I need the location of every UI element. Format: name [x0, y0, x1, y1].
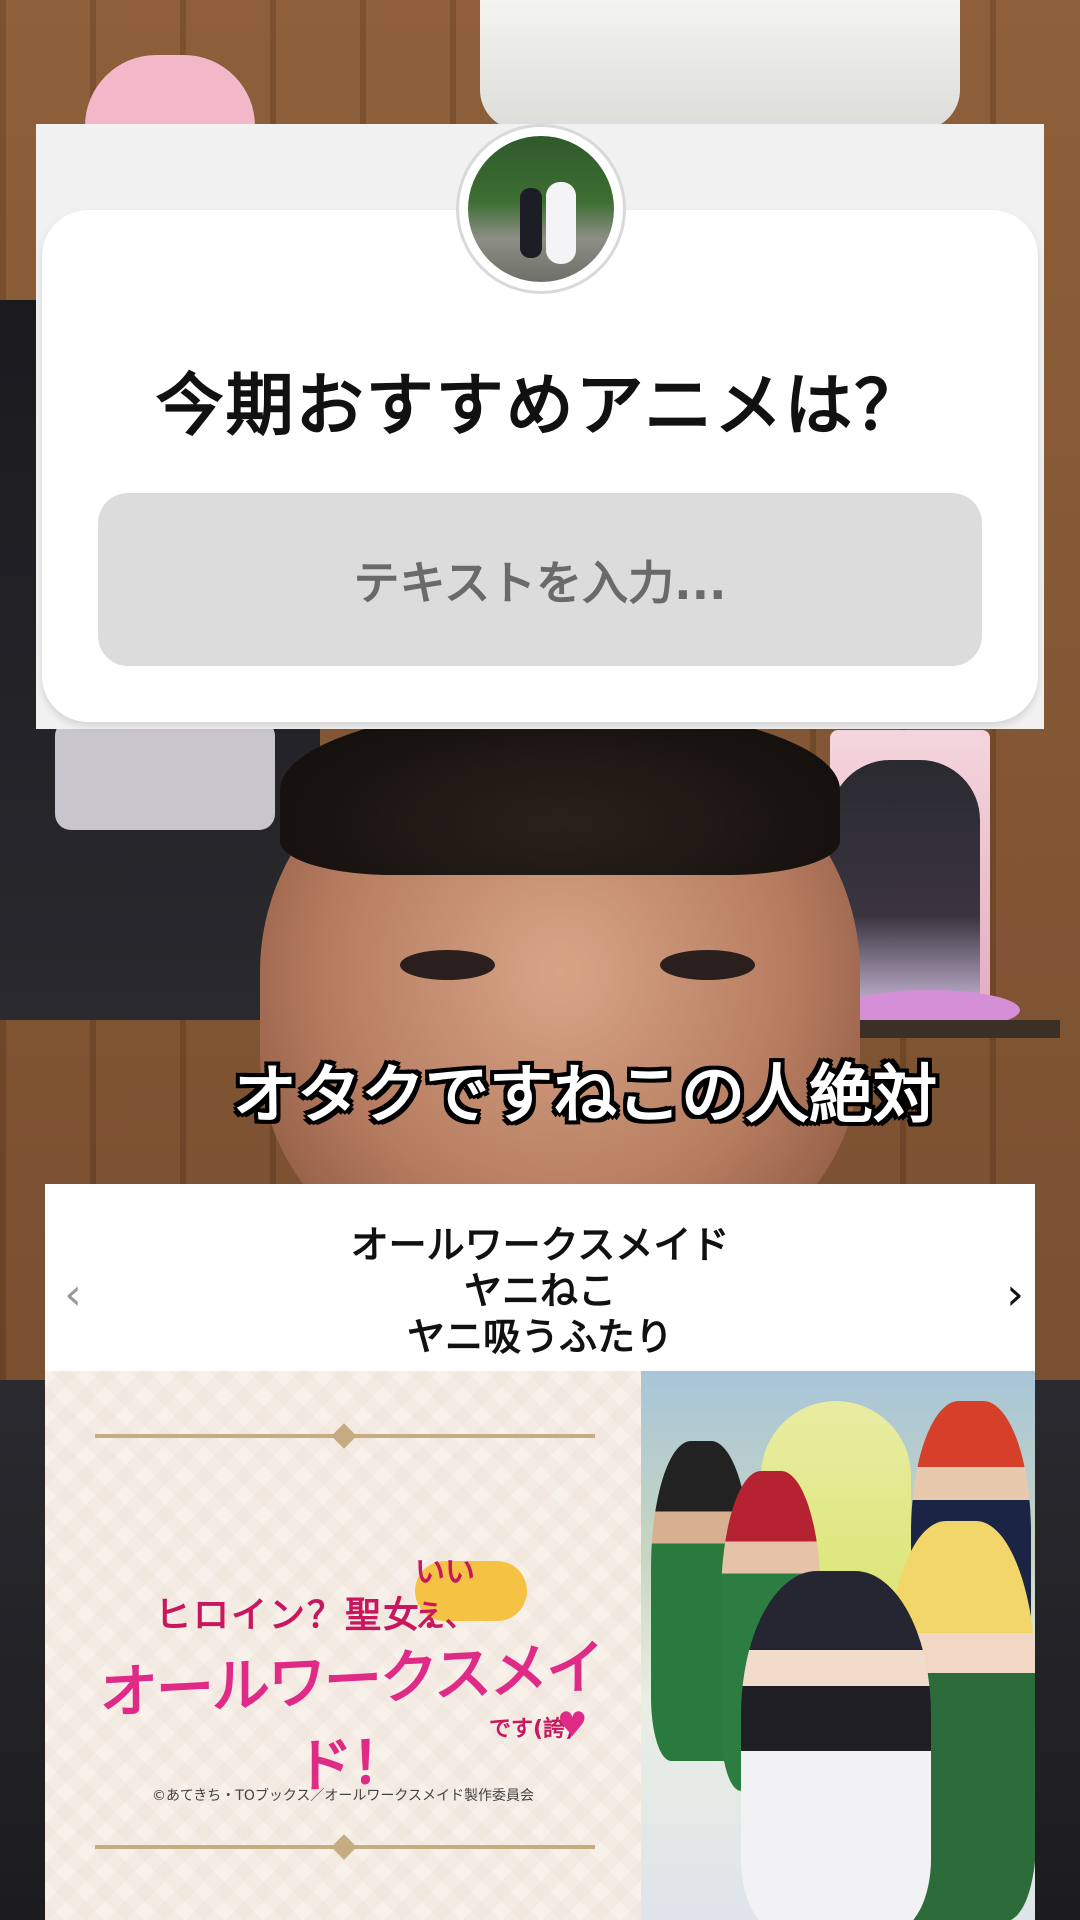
anime-logo-panel: ヒロイン？聖女？ いいえ、 オールワークスメイド！ です(誇) ♥ ©あてきち・…: [45, 1371, 641, 1920]
video-caption: オタクですねこの人絶対: [233, 1059, 937, 1133]
shelf: [850, 1020, 1060, 1038]
profile-avatar[interactable]: [456, 124, 626, 294]
shirt-print: [55, 720, 275, 830]
ornament-diamond: [331, 1834, 357, 1860]
chevron-right-icon[interactable]: ›: [995, 1269, 1035, 1320]
chevron-left-icon[interactable]: ‹: [53, 1269, 93, 1320]
anime-recommendation-card: オールワークスメイド ヤニねこ ヤニ吸うふたり ‹ › ヒロイン？聖女？ いいえ…: [45, 1184, 1035, 1920]
person-eye-right: [660, 950, 755, 980]
anime-title-list: オールワークスメイド ヤニねこ ヤニ吸うふたり: [45, 1222, 1035, 1360]
anime-title: オールワークスメイド: [350, 1223, 730, 1267]
logo-bubble: いいえ、: [415, 1555, 527, 1634]
anime-title: ヤニねこ: [463, 1269, 616, 1313]
white-shirt: [480, 0, 960, 130]
answer-input[interactable]: テキストを入力...: [98, 493, 982, 666]
copyright-text: ©あてきち・TOブックス／オールワークスメイド製作委員会: [151, 1788, 535, 1804]
person-eye-left: [400, 950, 495, 980]
question-title: 今期おすすめアニメは？: [155, 367, 925, 446]
anime-key-visual: [641, 1371, 1035, 1920]
heart-icon: ♥: [557, 1705, 588, 1745]
maid-character: [741, 1571, 931, 1920]
anime-title: ヤニ吸うふたり: [406, 1315, 673, 1359]
person-hair: [280, 705, 840, 875]
avatar-photo: [468, 136, 614, 282]
ornament-diamond: [331, 1423, 357, 1449]
